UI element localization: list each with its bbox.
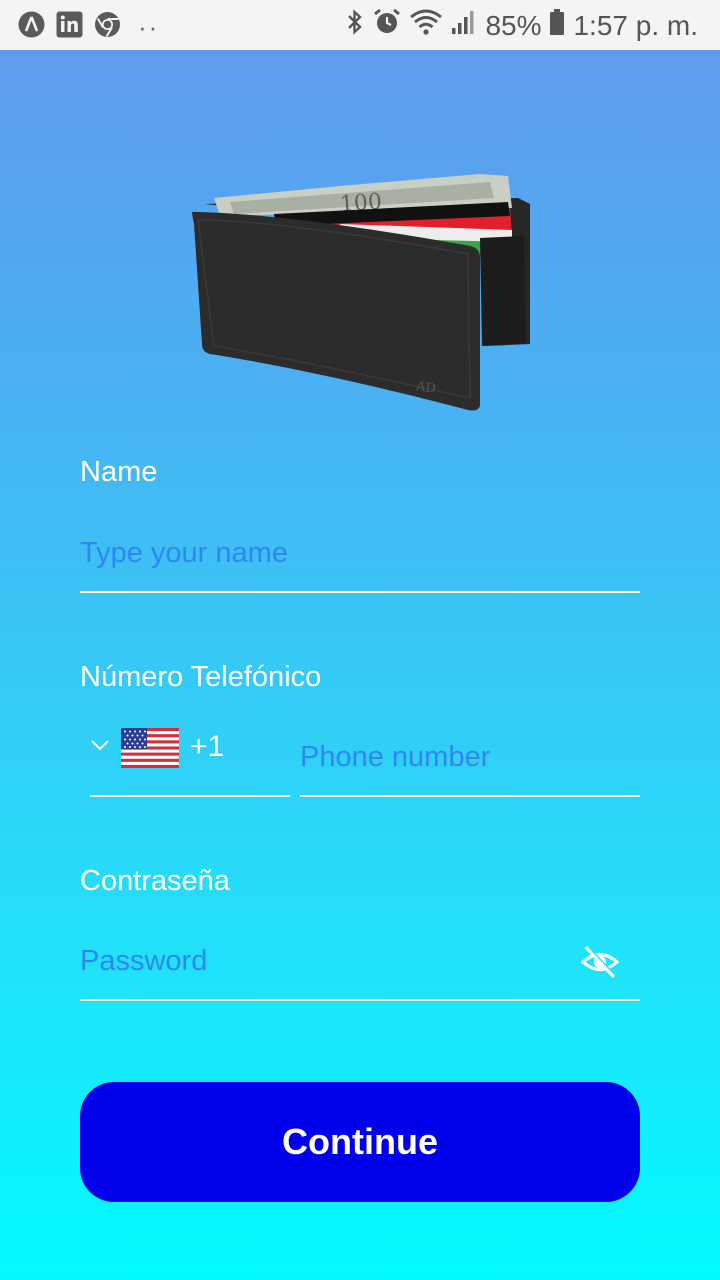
password-label: Contraseña [80, 865, 230, 897]
battery-percentage: 85% [485, 9, 542, 41]
dial-code: +1 [190, 730, 225, 763]
chevron-down-icon[interactable] [90, 739, 110, 758]
phone-number-input[interactable]: Phone number [300, 741, 490, 774]
svg-text:AD: AD [414, 379, 437, 397]
us-flag-icon [121, 728, 179, 773]
phone-label: Número Telefónico [80, 661, 322, 693]
name-input[interactable]: Type your name [80, 537, 288, 570]
app-a-icon [18, 11, 45, 43]
chrome-icon [94, 11, 121, 43]
eye-off-icon[interactable] [580, 943, 620, 986]
password-input-underline [80, 999, 640, 1001]
continue-button-label: Continue [282, 1121, 438, 1162]
alarm-icon [373, 8, 401, 43]
wifi-icon [409, 8, 443, 43]
country-code-picker[interactable]: +1 [90, 722, 290, 782]
wallet-illustration: 100 AD [190, 168, 535, 413]
more-notifications-icon: ·· [138, 12, 160, 42]
name-input-underline [80, 591, 640, 593]
name-label: Name [80, 456, 158, 488]
linkedin-icon [56, 11, 83, 43]
status-right-icons: 85% 1:57 p. m. [345, 8, 698, 43]
password-input[interactable]: Password [80, 945, 207, 978]
country-picker-underline [90, 795, 290, 797]
status-bar: ·· 85% 1:57 p. m. [0, 0, 720, 50]
clock-time: 1:57 p. m. [573, 9, 698, 41]
status-left-icons: ·· [18, 11, 159, 43]
continue-button[interactable]: Continue [80, 1082, 640, 1202]
signal-icon [451, 8, 477, 43]
phone-input-underline [300, 795, 640, 797]
battery-icon [549, 8, 565, 43]
bluetooth-icon [345, 8, 365, 43]
